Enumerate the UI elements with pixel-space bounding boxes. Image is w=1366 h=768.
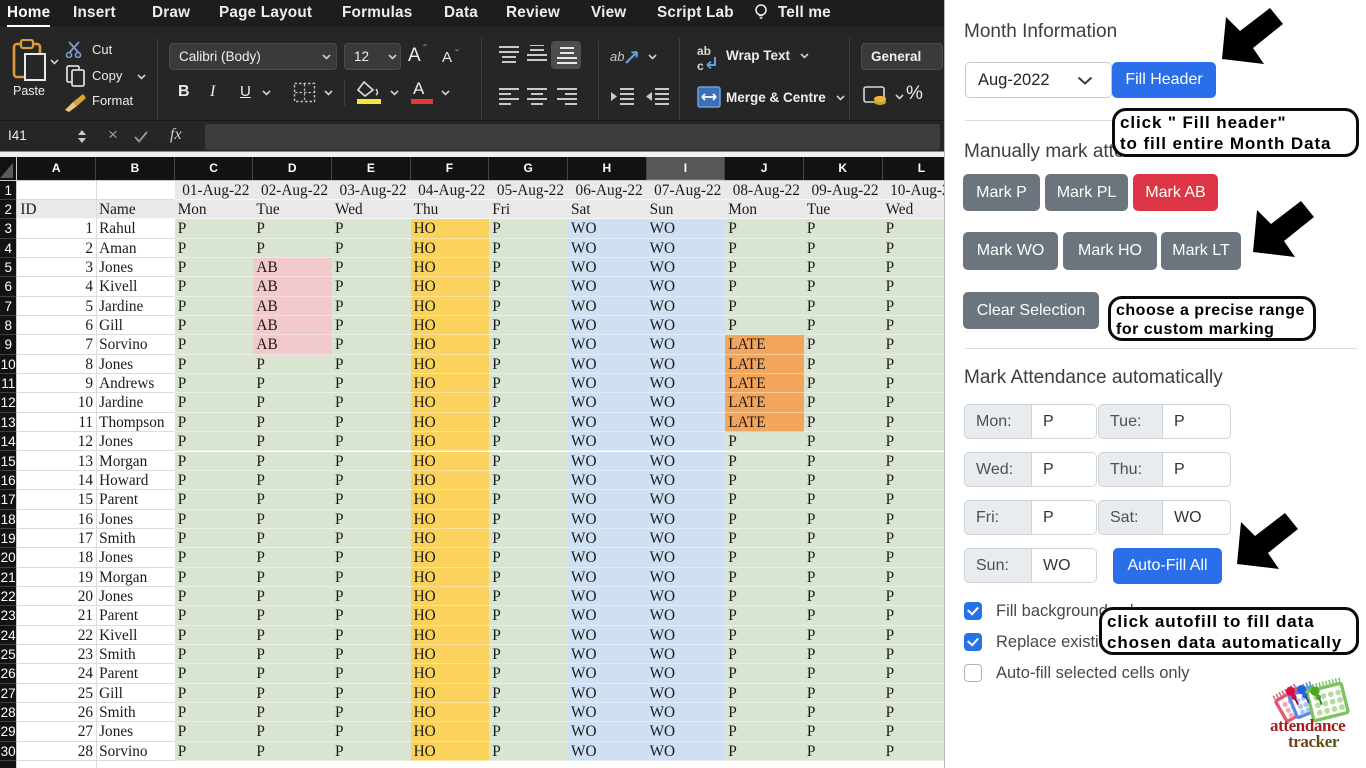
- svg-text:c: c: [697, 59, 704, 72]
- svg-text:ab: ab: [697, 44, 711, 58]
- svg-text:ab: ab: [610, 49, 624, 64]
